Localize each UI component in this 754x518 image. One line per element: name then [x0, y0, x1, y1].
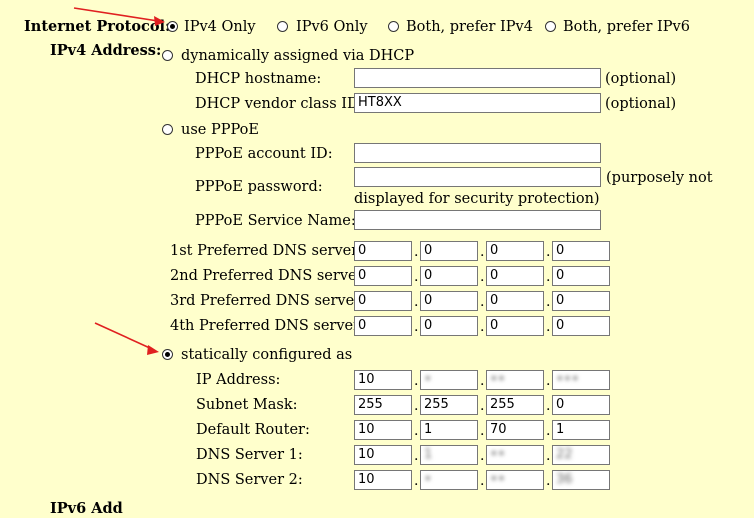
arrow-to-ipv4-only — [73, 7, 165, 26]
arrow-to-static — [94, 322, 159, 355]
annotation-arrows — [73, 7, 165, 355]
